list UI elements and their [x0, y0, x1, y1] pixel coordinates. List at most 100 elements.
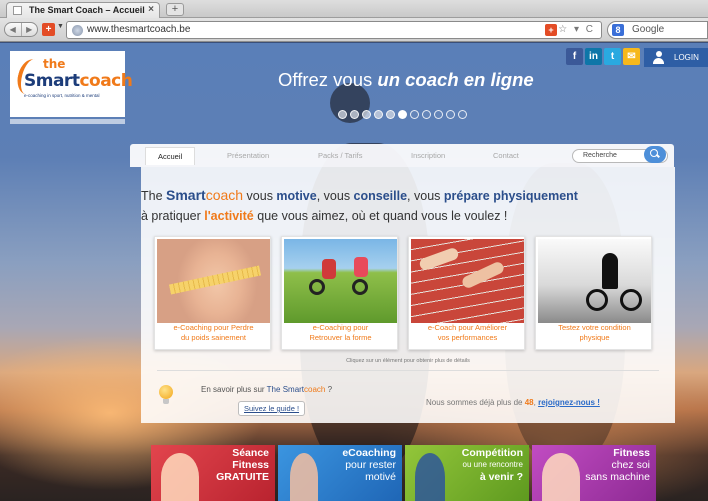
- card-ameliorer-performances[interactable]: e-Coach pour Améliorer vos performances: [408, 236, 525, 350]
- tab-title: The Smart Coach – Accueil: [29, 5, 145, 15]
- slider-dot[interactable]: [422, 110, 431, 119]
- card-tester-condition[interactable]: Testez votre condition physique: [535, 236, 652, 350]
- card-caption-line2: du poids sainement: [180, 333, 247, 342]
- addon-badge-icon[interactable]: +: [545, 24, 557, 36]
- hero-emphasis: un coach en ligne: [377, 69, 534, 90]
- login-label: LOGIN: [674, 53, 699, 62]
- intro-t3: , vous: [407, 189, 444, 203]
- card-image-cyclists: [284, 239, 397, 323]
- nav-presentation[interactable]: Présentation: [227, 151, 269, 160]
- man-portrait-icon: [542, 453, 580, 501]
- slider-dot[interactable]: [458, 110, 467, 119]
- cyclist-icon: [322, 259, 336, 279]
- back-forward-group: ◀ ▶: [4, 22, 38, 37]
- intro-the: The: [141, 189, 167, 203]
- learn-more-coach: coach: [304, 385, 326, 394]
- slider-dot[interactable]: [386, 110, 395, 119]
- learn-more-smart: Smart: [282, 385, 305, 394]
- slider-dot[interactable]: [374, 110, 383, 119]
- site-logo[interactable]: the Smartcoach e-coaching in sport, nutr…: [10, 51, 133, 117]
- nav-packs-tarifs[interactable]: Packs / Tarifs: [318, 151, 362, 160]
- banner-line3: sans machine: [585, 471, 650, 483]
- nav-contact[interactable]: Contact: [493, 151, 519, 160]
- learn-more-brand: The Smartcoach: [267, 385, 326, 394]
- banner-competition[interactable]: Compétition ou une rencontre à venir ?: [405, 445, 529, 501]
- page-favicon-icon: [13, 6, 22, 15]
- card-image-cyclist-silhouette: [538, 239, 651, 323]
- runner-icon: [290, 453, 318, 501]
- card-perdre-du-poids[interactable]: e-Coaching pour Perdre du poids sainement: [154, 236, 271, 350]
- banner-seance-fitness[interactable]: Séance Fitness GRATUITE: [151, 445, 275, 501]
- search-engine-icon[interactable]: 8: [612, 24, 624, 36]
- intro-text: The Smartcoach vous motive, vous conseil…: [141, 185, 675, 226]
- browser-search-field[interactable]: 8 Google: [607, 21, 708, 39]
- card-caption: e-Coaching pour Perdre du poids sainement: [155, 323, 272, 343]
- card-caption-line1: e-Coach pour Améliorer: [427, 323, 508, 332]
- search-icon[interactable]: [644, 146, 666, 163]
- nav-inscription[interactable]: Inscription: [411, 151, 445, 160]
- slider-dot[interactable]: [434, 110, 443, 119]
- linkedin-icon[interactable]: in: [585, 48, 602, 65]
- slider-dot-active[interactable]: [398, 110, 407, 119]
- divider: [157, 370, 659, 371]
- banner-fitness-chez-soi[interactable]: Fitness chez soi sans machine: [532, 445, 656, 501]
- banner-line3: motivé: [365, 471, 396, 483]
- card-retrouver-la-forme[interactable]: e-Coaching pour Retrouver la forme: [281, 236, 398, 350]
- site-nav: Accueil Présentation Packs / Tarifs Insc…: [130, 144, 674, 167]
- user-icon: [653, 51, 664, 64]
- search-engine-label: Google: [632, 24, 665, 35]
- slider-dot[interactable]: [362, 110, 371, 119]
- facebook-icon[interactable]: f: [566, 48, 583, 65]
- card-caption-line2: vos performances: [437, 333, 498, 342]
- join-link[interactable]: rejoignez-nous !: [538, 398, 600, 407]
- globe-icon: [72, 25, 83, 36]
- close-tab-icon[interactable]: ×: [148, 4, 154, 15]
- banner-line2: chez soi: [611, 459, 650, 471]
- forward-button[interactable]: ▶: [22, 23, 38, 36]
- logo-the: the: [43, 57, 66, 71]
- slider-dot[interactable]: [410, 110, 419, 119]
- hero-prefix: Offrez vous: [278, 69, 378, 90]
- card-caption-line2: Retrouver la forme: [309, 333, 372, 342]
- slider-dot[interactable]: [446, 110, 455, 119]
- slider-dot[interactable]: [350, 110, 359, 119]
- twitter-icon[interactable]: t: [604, 48, 621, 65]
- card-caption-line1: Testez votre condition: [558, 323, 631, 332]
- cards-hint: Cliquez sur un élément pour obtenir plus…: [346, 358, 470, 364]
- address-bar[interactable]: www.thesmartcoach.be + ☆ ▾ C: [66, 21, 602, 39]
- athlete-silhouette-icon: [602, 253, 618, 289]
- email-icon[interactable]: ✉: [623, 48, 640, 65]
- slider-pagination: [338, 110, 467, 119]
- new-tab-button[interactable]: +: [166, 3, 184, 16]
- nav-accueil[interactable]: Accueil: [145, 147, 196, 165]
- intro-t1: vous: [243, 189, 277, 203]
- slider-dot[interactable]: [338, 110, 347, 119]
- browser-tab[interactable]: The Smart Coach – Accueil ×: [6, 2, 160, 18]
- addon-dropdown-icon[interactable]: ▼: [57, 23, 64, 30]
- intro-line2-c: que vous aimez, où et quand vous le voul…: [253, 209, 508, 223]
- card-image-sprinters: [411, 239, 524, 323]
- login-button[interactable]: LOGIN: [644, 48, 708, 67]
- measuring-tape-icon: [168, 265, 262, 295]
- banner-text: Fitness chez soi sans machine: [585, 447, 650, 483]
- url-controls[interactable]: ☆ ▾ C: [558, 24, 595, 35]
- banner-line1: Fitness: [613, 447, 650, 459]
- card-caption-line1: e-Coaching pour: [312, 323, 369, 332]
- runner-leg-icon: [460, 260, 506, 290]
- banner-text: eCoaching pour rester motivé: [342, 447, 396, 483]
- intro-line2-a: à pratiquer: [141, 209, 205, 223]
- runner-leg-icon: [418, 246, 460, 272]
- browser-toolbar: ◀ ▶ + ▼ www.thesmartcoach.be + ☆ ▾ C 8 G…: [0, 18, 708, 42]
- learn-more-suffix: ?: [325, 385, 333, 394]
- learn-more-the: The: [266, 385, 283, 394]
- intro-activite: l'activité: [204, 209, 254, 223]
- back-button[interactable]: ◀: [5, 23, 22, 36]
- intro-coach: coach: [205, 187, 244, 203]
- main-panel: The Smartcoach vous motive, vous conseil…: [141, 167, 675, 423]
- learn-more-prefix: En savoir plus sur: [201, 385, 267, 394]
- card-caption: Testez votre condition physique: [536, 323, 653, 343]
- banner-ecoaching[interactable]: eCoaching pour rester motivé: [278, 445, 402, 501]
- guide-button[interactable]: Suivez le guide !: [238, 401, 306, 416]
- addon-icon[interactable]: +: [42, 23, 55, 36]
- card-caption: e-Coaching pour Retrouver la forme: [282, 323, 399, 343]
